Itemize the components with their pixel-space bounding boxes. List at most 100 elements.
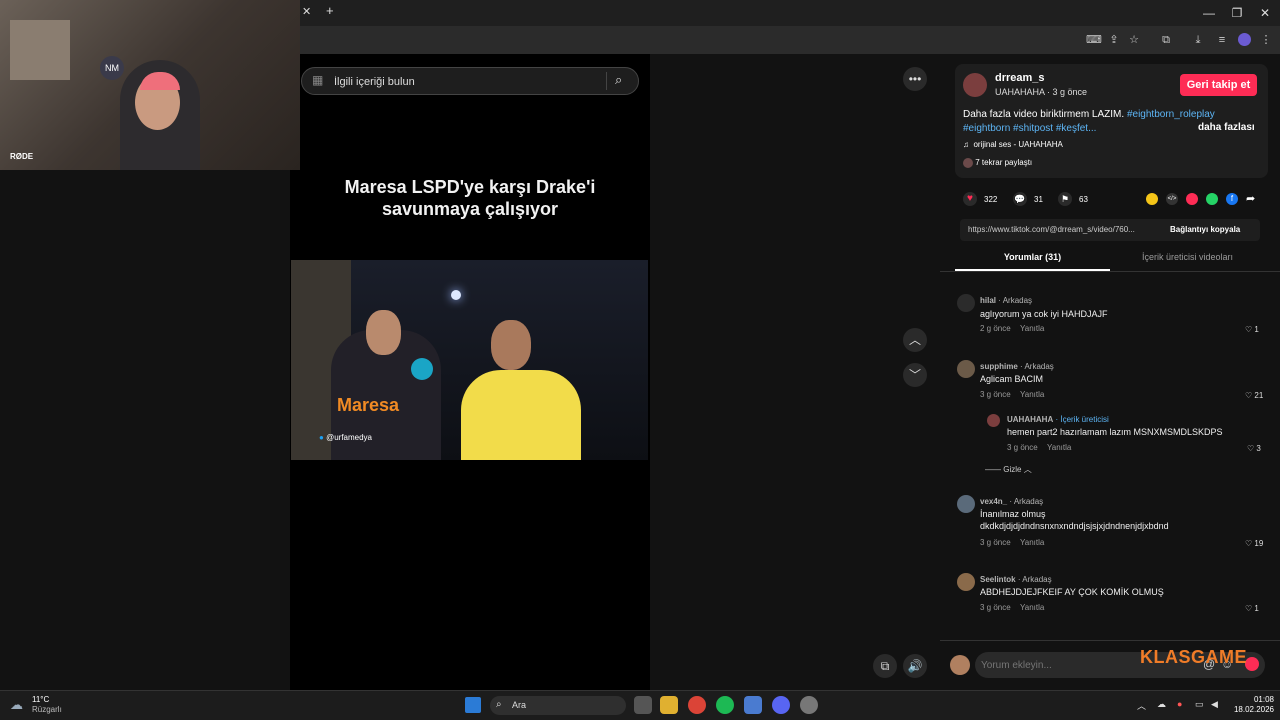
reply-author[interactable]: UAHAHAHA · İçerik üreticisi xyxy=(1007,415,1109,424)
share-icon[interactable]: ⇪ xyxy=(1106,32,1122,48)
search-icon[interactable]: ⌕ xyxy=(615,72,622,88)
repost-row[interactable]: 7 tekrar paylaştı xyxy=(963,158,1032,168)
author-avatar[interactable] xyxy=(963,73,987,97)
comment-avatar[interactable] xyxy=(957,573,975,591)
clock-time[interactable]: 01:08 xyxy=(1240,695,1274,704)
reply-button[interactable]: Yanıtla xyxy=(1020,324,1044,333)
start-icon[interactable] xyxy=(465,697,481,713)
copy-link-button[interactable]: Bağlantıyı kopyala xyxy=(1170,225,1240,234)
app2-icon[interactable] xyxy=(800,696,818,714)
comment-text: aglıyorum ya cok iyi HAHDJAJF xyxy=(980,309,1108,319)
file-explorer-icon[interactable] xyxy=(660,696,678,714)
hashtag-link[interactable]: #eightborn_roleplay xyxy=(1127,109,1215,120)
download-icon[interactable]: ⤓ xyxy=(1190,32,1206,48)
hashtags-link[interactable]: #eightborn #shitpost #keşfet... xyxy=(963,123,1096,134)
reply-time: 3 g önce xyxy=(1007,443,1038,452)
mic-cube xyxy=(411,358,433,380)
author-username[interactable]: drream_s xyxy=(995,72,1045,84)
cloud-icon[interactable]: ☁ xyxy=(1157,699,1166,710)
post-comment-icon[interactable] xyxy=(1245,657,1259,671)
close-window-icon[interactable]: ✕ xyxy=(1250,4,1280,22)
reply-avatar[interactable] xyxy=(987,414,1000,427)
video-link[interactable]: https://www.tiktok.com/@drream_s/video/7… xyxy=(968,225,1135,234)
comment-time: 3 g önce xyxy=(980,603,1011,612)
follow-back-button[interactable]: Geri takip et xyxy=(1180,74,1257,96)
more-options-icon[interactable]: ••• xyxy=(903,67,927,91)
close-tab-icon[interactable]: ✕ xyxy=(302,5,311,18)
chrome-icon[interactable] xyxy=(688,696,706,714)
pip-icon[interactable]: ⧉ xyxy=(873,654,897,678)
maximize-icon[interactable]: ❐ xyxy=(1222,4,1252,22)
comment-avatar[interactable] xyxy=(957,294,975,312)
previous-video-icon[interactable]: ︿ xyxy=(903,328,927,352)
hide-replies-button[interactable]: —— Gizle ︿ xyxy=(985,464,1032,475)
whatsapp-icon[interactable] xyxy=(1206,193,1218,205)
weather-temp[interactable]: 11°C xyxy=(32,695,49,704)
mic-icon[interactable]: ● xyxy=(1177,699,1182,709)
next-video-icon[interactable]: ﹀ xyxy=(903,363,927,387)
sound-name: orijinal ses - UAHAHAHA xyxy=(973,140,1063,149)
coin-icon[interactable] xyxy=(1146,193,1158,205)
embed-icon[interactable]: </> xyxy=(1166,193,1178,205)
comment-text: Aglicam BACIM xyxy=(980,374,1044,384)
comment-like[interactable]: ♡ 21 xyxy=(1245,391,1263,400)
profile-icon[interactable] xyxy=(1238,33,1251,46)
extensions-icon[interactable]: ⧉ xyxy=(1158,32,1174,48)
comment-avatar[interactable] xyxy=(957,495,975,513)
weather-label: Rüzgarlı xyxy=(32,705,62,714)
media-icon[interactable]: ≡ xyxy=(1214,32,1230,48)
send-icon[interactable] xyxy=(1186,193,1198,205)
save-count: 63 xyxy=(1079,195,1088,204)
forward-icon[interactable]: ➦ xyxy=(1246,192,1255,205)
task-view-icon[interactable] xyxy=(634,696,652,714)
discord-icon[interactable] xyxy=(772,696,790,714)
taskbar-search[interactable]: ⌕ Ara xyxy=(490,696,626,715)
translate-icon[interactable]: ⌨ xyxy=(1086,32,1102,48)
sound-row[interactable]: ♫ orijinal ses - UAHAHAHA xyxy=(963,140,1063,149)
weather-icon[interactable]: ☁ xyxy=(10,697,23,713)
like-icon[interactable]: ♥ xyxy=(963,192,977,206)
tab-divider xyxy=(940,271,1280,272)
tab-creator-videos[interactable]: İçerik üreticisi videoları xyxy=(1110,252,1265,262)
comment-like[interactable]: ♡ 1 xyxy=(1245,325,1259,334)
minimize-icon[interactable]: — xyxy=(1194,4,1224,22)
comment-author[interactable]: supphime · Arkadaş xyxy=(980,362,1054,371)
bookmark-star-icon[interactable]: ☆ xyxy=(1126,32,1142,48)
volume-icon[interactable]: 🔊 xyxy=(903,654,927,678)
reply-like[interactable]: ♡ 3 xyxy=(1247,444,1261,453)
reply-button[interactable]: Yanıtla xyxy=(1047,443,1071,452)
save-icon[interactable]: ⚑ xyxy=(1058,192,1072,206)
my-avatar[interactable] xyxy=(950,655,970,675)
app-icon[interactable] xyxy=(744,696,762,714)
reply-button[interactable]: Yanıtla xyxy=(1020,538,1044,547)
menu-icon[interactable]: ⋮ xyxy=(1258,32,1274,48)
new-tab-icon[interactable]: + xyxy=(326,3,334,18)
comment-author[interactable]: Seelintok · Arkadaş xyxy=(980,575,1052,584)
heart-icon: ♡ xyxy=(1245,539,1253,548)
tray-chevron-icon[interactable]: ︿ xyxy=(1137,699,1146,712)
reply-button[interactable]: Yanıtla xyxy=(1020,390,1044,399)
comment-author[interactable]: vex4n_ · Arkadaş xyxy=(980,497,1043,506)
spotify-icon[interactable] xyxy=(716,696,734,714)
handle-text: @urfamedya xyxy=(326,433,372,442)
volume-tray-icon[interactable]: ◀ xyxy=(1211,699,1218,710)
search-bar[interactable]: ▦ ⌕ xyxy=(301,67,639,95)
yellow-shirt xyxy=(461,370,581,460)
more-link[interactable]: daha fazlası xyxy=(1198,122,1255,133)
video-frame: Maresa ● @urfamedya xyxy=(291,260,648,460)
clock-date[interactable]: 18.02.2026 xyxy=(1226,705,1274,714)
comment-author[interactable]: hilal · Arkadaş xyxy=(980,296,1032,305)
app-icon: ▦ xyxy=(312,73,324,87)
search-input[interactable] xyxy=(334,72,594,92)
comment-avatar[interactable] xyxy=(957,360,975,378)
author-subline: UAHAHAHA · 3 g önce xyxy=(995,87,1088,97)
comment-item: Seelintok · Arkadaş ABDHEJDJEJFKEIF AY Ç… xyxy=(955,571,1265,617)
display-icon[interactable]: ▭ xyxy=(1195,699,1204,710)
reply-button[interactable]: Yanıtla xyxy=(1020,603,1044,612)
facebook-icon[interactable]: f xyxy=(1226,193,1238,205)
tab-comments[interactable]: Yorumlar (31) xyxy=(955,252,1110,262)
comment-like[interactable]: ♡ 1 xyxy=(1245,604,1259,613)
heart-icon: ♡ xyxy=(1245,391,1253,400)
comment-icon[interactable]: 💬 xyxy=(1013,192,1027,206)
comment-like[interactable]: ♡ 19 xyxy=(1245,539,1263,548)
